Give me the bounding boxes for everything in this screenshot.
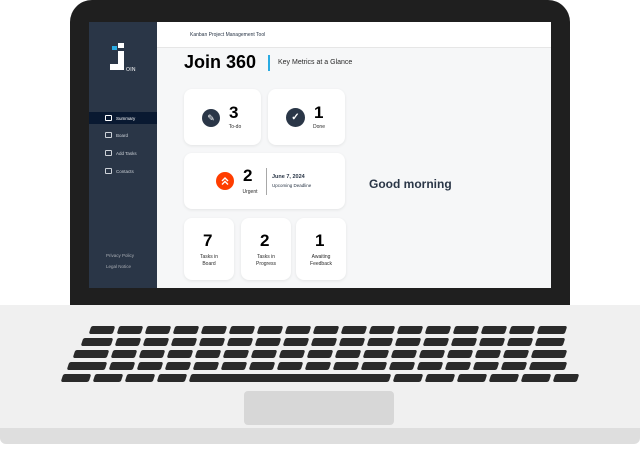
legal-notice-link[interactable]: Legal Notice (106, 264, 131, 269)
greeting: Good morning (369, 177, 452, 191)
urgent-count: 2 (243, 166, 253, 185)
sidebar-item-label: Summary (116, 115, 136, 121)
deadline-date: June 7, 2024 (272, 174, 305, 180)
tasks-in-board-card[interactable]: 7 Tasks in Board (184, 218, 234, 280)
awaiting-feedback-count: 1 (315, 231, 325, 250)
sidebar-item-label: Add Tasks (116, 150, 137, 156)
logo-hook (110, 64, 124, 70)
urgent-label: Urgent (242, 189, 258, 195)
sidebar-item-summary[interactable]: Summary (89, 112, 157, 124)
sidebar-item-label: Board (116, 132, 129, 138)
trackpad (244, 391, 394, 425)
done-count: 1 (314, 103, 324, 122)
summary-icon (105, 115, 112, 121)
keyboard (58, 322, 588, 388)
todo-card[interactable]: ✎ 3 To-do (184, 89, 261, 145)
check-icon: ✓ (286, 108, 305, 127)
tasks-in-progress-label-line2: Progress (255, 261, 276, 267)
contacts-icon (105, 168, 112, 174)
tasks-in-progress-card[interactable]: 2 Tasks in Progress (241, 218, 291, 280)
sidebar-item-board[interactable]: Board (89, 129, 157, 141)
tasks-in-board-count: 7 (203, 231, 213, 250)
logo-accent (112, 46, 117, 50)
board-icon (105, 132, 112, 138)
double-chevron-up-icon (216, 172, 234, 190)
todo-count: 3 (229, 103, 239, 122)
page-subtitle: Key Metrics at a Glance (278, 59, 353, 66)
laptop-base-edge (0, 428, 640, 444)
done-card[interactable]: ✓ 1 Done (268, 89, 345, 145)
todo-label: To-do (228, 124, 242, 130)
privacy-policy-link[interactable]: Privacy Policy (106, 253, 134, 258)
join-logo[interactable]: OIN (109, 42, 139, 78)
sidebar-item-label: Contacts (116, 168, 134, 174)
add-task-icon (105, 150, 112, 156)
tasks-in-progress-label-line1: Tasks in (256, 254, 276, 260)
tasks-in-board-label-line1: Tasks in (199, 254, 219, 260)
awaiting-feedback-card[interactable]: 1 Awaiting Feedback (296, 218, 346, 280)
urgent-divider (266, 168, 267, 195)
sidebar-item-add-tasks[interactable]: Add Tasks (89, 147, 157, 159)
app-screen: OIN Summary Board Add Tasks Contacts Pri… (89, 22, 551, 288)
logo-dot (118, 43, 124, 48)
logo-suffix: OIN (126, 67, 136, 73)
page-title: Join 360 (184, 52, 257, 72)
awaiting-feedback-label-line2: Feedback (310, 261, 332, 267)
sidebar-item-contacts[interactable]: Contacts (89, 165, 157, 177)
header-title: Kanban Project Management Tool (190, 32, 266, 38)
done-label: Done (313, 124, 325, 130)
tasks-in-board-label-line2: Board (202, 261, 216, 267)
pencil-icon: ✎ (202, 109, 220, 127)
header: Kanban Project Management Tool (157, 22, 551, 48)
sidebar: OIN Summary Board Add Tasks Contacts Pri… (89, 22, 157, 288)
awaiting-feedback-label-line1: Awaiting (311, 254, 331, 260)
urgent-card[interactable]: 2 Urgent June 7, 2024 Upcoming Deadline (184, 153, 345, 209)
deadline-label: Upcoming Deadline (272, 183, 312, 188)
tasks-in-progress-count: 2 (260, 231, 270, 250)
title-divider (268, 55, 270, 71)
